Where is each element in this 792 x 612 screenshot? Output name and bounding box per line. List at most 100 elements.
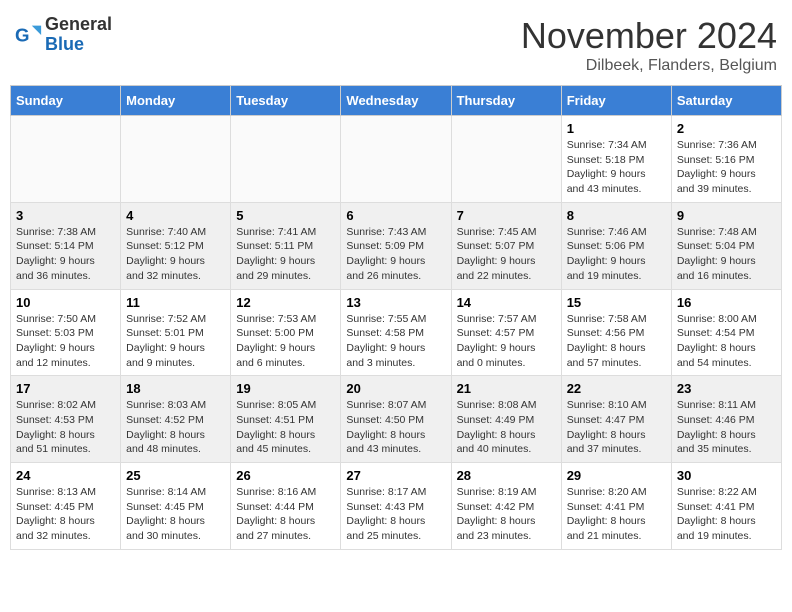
day-info: Sunrise: 7:52 AMSunset: 5:01 PMDaylight:… [126,312,225,371]
day-number: 26 [236,468,335,483]
calendar-cell: 6 Sunrise: 7:43 AMSunset: 5:09 PMDaylight… [341,202,451,289]
calendar-cell: 9 Sunrise: 7:48 AMSunset: 5:04 PMDaylight… [671,202,781,289]
calendar-cell [341,116,451,203]
calendar-cell: 29 Sunrise: 8:20 AMSunset: 4:41 PMDayligh… [561,463,671,550]
day-info: Sunrise: 7:55 AMSunset: 4:58 PMDaylight:… [346,312,445,371]
day-number: 28 [457,468,556,483]
day-info: Sunrise: 8:08 AMSunset: 4:49 PMDaylight:… [457,398,556,457]
calendar-cell: 25 Sunrise: 8:14 AMSunset: 4:45 PMDayligh… [121,463,231,550]
calendar-table: SundayMondayTuesdayWednesdayThursdayFrid… [10,85,782,550]
logo-blue-text: Blue [45,35,112,55]
day-number: 9 [677,208,776,223]
calendar-week-1: 1 Sunrise: 7:34 AMSunset: 5:18 PMDaylight… [11,116,782,203]
calendar-cell [231,116,341,203]
day-info: Sunrise: 7:41 AMSunset: 5:11 PMDaylight:… [236,225,335,284]
calendar-cell: 14 Sunrise: 7:57 AMSunset: 4:57 PMDayligh… [451,289,561,376]
calendar-cell [11,116,121,203]
day-number: 14 [457,295,556,310]
day-info: Sunrise: 7:43 AMSunset: 5:09 PMDaylight:… [346,225,445,284]
calendar-week-3: 10Sunrise: 7:50 AMSunset: 5:03 PMDayligh… [11,289,782,376]
day-number: 23 [677,381,776,396]
day-info: Sunrise: 8:20 AMSunset: 4:41 PMDaylight:… [567,485,666,544]
calendar-header-row: SundayMondayTuesdayWednesdayThursdayFrid… [11,86,782,116]
header-thursday: Thursday [451,86,561,116]
day-number: 17 [16,381,115,396]
calendar-cell: 23 Sunrise: 8:11 AMSunset: 4:46 PMDayligh… [671,376,781,463]
calendar-cell: 24 Sunrise: 8:13 AMSunset: 4:45 PMDayligh… [11,463,121,550]
day-info: Sunrise: 7:40 AMSunset: 5:12 PMDaylight:… [126,225,225,284]
header-monday: Monday [121,86,231,116]
calendar-cell: 10Sunrise: 7:50 AMSunset: 5:03 PMDayligh… [11,289,121,376]
day-number: 19 [236,381,335,396]
day-info: Sunrise: 8:05 AMSunset: 4:51 PMDaylight:… [236,398,335,457]
calendar-cell: 3 Sunrise: 7:38 AMSunset: 5:14 PMDaylight… [11,202,121,289]
day-number: 5 [236,208,335,223]
day-number: 13 [346,295,445,310]
logo: G General Blue [15,15,112,55]
day-info: Sunrise: 8:22 AMSunset: 4:41 PMDaylight:… [677,485,776,544]
day-number: 1 [567,121,666,136]
page-header: G General Blue November 2024 Dilbeek, Fl… [10,10,782,75]
day-number: 29 [567,468,666,483]
calendar-week-4: 17 Sunrise: 8:02 AMSunset: 4:53 PMDayligh… [11,376,782,463]
day-number: 15 [567,295,666,310]
day-info: Sunrise: 7:46 AMSunset: 5:06 PMDaylight:… [567,225,666,284]
calendar-cell: 28 Sunrise: 8:19 AMSunset: 4:42 PMDayligh… [451,463,561,550]
day-info: Sunrise: 7:57 AMSunset: 4:57 PMDaylight:… [457,312,556,371]
calendar-cell: 5 Sunrise: 7:41 AMSunset: 5:11 PMDaylight… [231,202,341,289]
logo-general-text: General [45,15,112,35]
calendar-cell: 22Sunrise: 8:10 AMSunset: 4:47 PMDayligh… [561,376,671,463]
day-number: 24 [16,468,115,483]
day-number: 3 [16,208,115,223]
calendar-cell: 16Sunrise: 8:00 AMSunset: 4:54 PMDayligh… [671,289,781,376]
calendar-cell: 13 Sunrise: 7:55 AMSunset: 4:58 PMDayligh… [341,289,451,376]
day-info: Sunrise: 7:58 AMSunset: 4:56 PMDaylight:… [567,312,666,371]
day-number: 16 [677,295,776,310]
day-info: Sunrise: 7:38 AMSunset: 5:14 PMDaylight:… [16,225,115,284]
day-info: Sunrise: 8:11 AMSunset: 4:46 PMDaylight:… [677,398,776,457]
day-info: Sunrise: 8:16 AMSunset: 4:44 PMDaylight:… [236,485,335,544]
calendar-cell: 20 Sunrise: 8:07 AMSunset: 4:50 PMDayligh… [341,376,451,463]
header-wednesday: Wednesday [341,86,451,116]
header-tuesday: Tuesday [231,86,341,116]
day-info: Sunrise: 8:14 AMSunset: 4:45 PMDaylight:… [126,485,225,544]
calendar-cell: 7Sunrise: 7:45 AMSunset: 5:07 PMDaylight… [451,202,561,289]
header-saturday: Saturday [671,86,781,116]
calendar-cell: 8Sunrise: 7:46 AMSunset: 5:06 PMDaylight… [561,202,671,289]
day-info: Sunrise: 8:02 AMSunset: 4:53 PMDaylight:… [16,398,115,457]
day-number: 25 [126,468,225,483]
header-sunday: Sunday [11,86,121,116]
day-number: 27 [346,468,445,483]
calendar-cell: 12Sunrise: 7:53 AMSunset: 5:00 PMDayligh… [231,289,341,376]
day-number: 20 [346,381,445,396]
header-friday: Friday [561,86,671,116]
calendar-cell: 21Sunrise: 8:08 AMSunset: 4:49 PMDayligh… [451,376,561,463]
day-info: Sunrise: 7:45 AMSunset: 5:07 PMDaylight:… [457,225,556,284]
location-text: Dilbeek, Flanders, Belgium [521,57,777,75]
day-info: Sunrise: 7:48 AMSunset: 5:04 PMDaylight:… [677,225,776,284]
calendar-cell: 26 Sunrise: 8:16 AMSunset: 4:44 PMDayligh… [231,463,341,550]
calendar-cell: 27Sunrise: 8:17 AMSunset: 4:43 PMDayligh… [341,463,451,550]
calendar-cell: 17 Sunrise: 8:02 AMSunset: 4:53 PMDayligh… [11,376,121,463]
day-number: 18 [126,381,225,396]
day-number: 22 [567,381,666,396]
day-info: Sunrise: 8:07 AMSunset: 4:50 PMDaylight:… [346,398,445,457]
calendar-week-5: 24 Sunrise: 8:13 AMSunset: 4:45 PMDayligh… [11,463,782,550]
day-info: Sunrise: 7:36 AMSunset: 5:16 PMDaylight:… [677,138,776,197]
calendar-cell: 15 Sunrise: 7:58 AMSunset: 4:56 PMDayligh… [561,289,671,376]
day-info: Sunrise: 8:13 AMSunset: 4:45 PMDaylight:… [16,485,115,544]
day-info: Sunrise: 7:34 AMSunset: 5:18 PMDaylight:… [567,138,666,197]
calendar-cell [451,116,561,203]
calendar-cell: 30Sunrise: 8:22 AMSunset: 4:41 PMDayligh… [671,463,781,550]
day-number: 6 [346,208,445,223]
day-number: 2 [677,121,776,136]
title-section: November 2024 Dilbeek, Flanders, Belgium [521,15,777,75]
day-info: Sunrise: 8:19 AMSunset: 4:42 PMDaylight:… [457,485,556,544]
day-number: 12 [236,295,335,310]
calendar-cell: 2 Sunrise: 7:36 AMSunset: 5:16 PMDaylight… [671,116,781,203]
calendar-cell: 18 Sunrise: 8:03 AMSunset: 4:52 PMDayligh… [121,376,231,463]
calendar-cell: 1 Sunrise: 7:34 AMSunset: 5:18 PMDaylight… [561,116,671,203]
calendar-week-2: 3 Sunrise: 7:38 AMSunset: 5:14 PMDaylight… [11,202,782,289]
calendar-cell: 11Sunrise: 7:52 AMSunset: 5:01 PMDayligh… [121,289,231,376]
day-info: Sunrise: 8:03 AMSunset: 4:52 PMDaylight:… [126,398,225,457]
